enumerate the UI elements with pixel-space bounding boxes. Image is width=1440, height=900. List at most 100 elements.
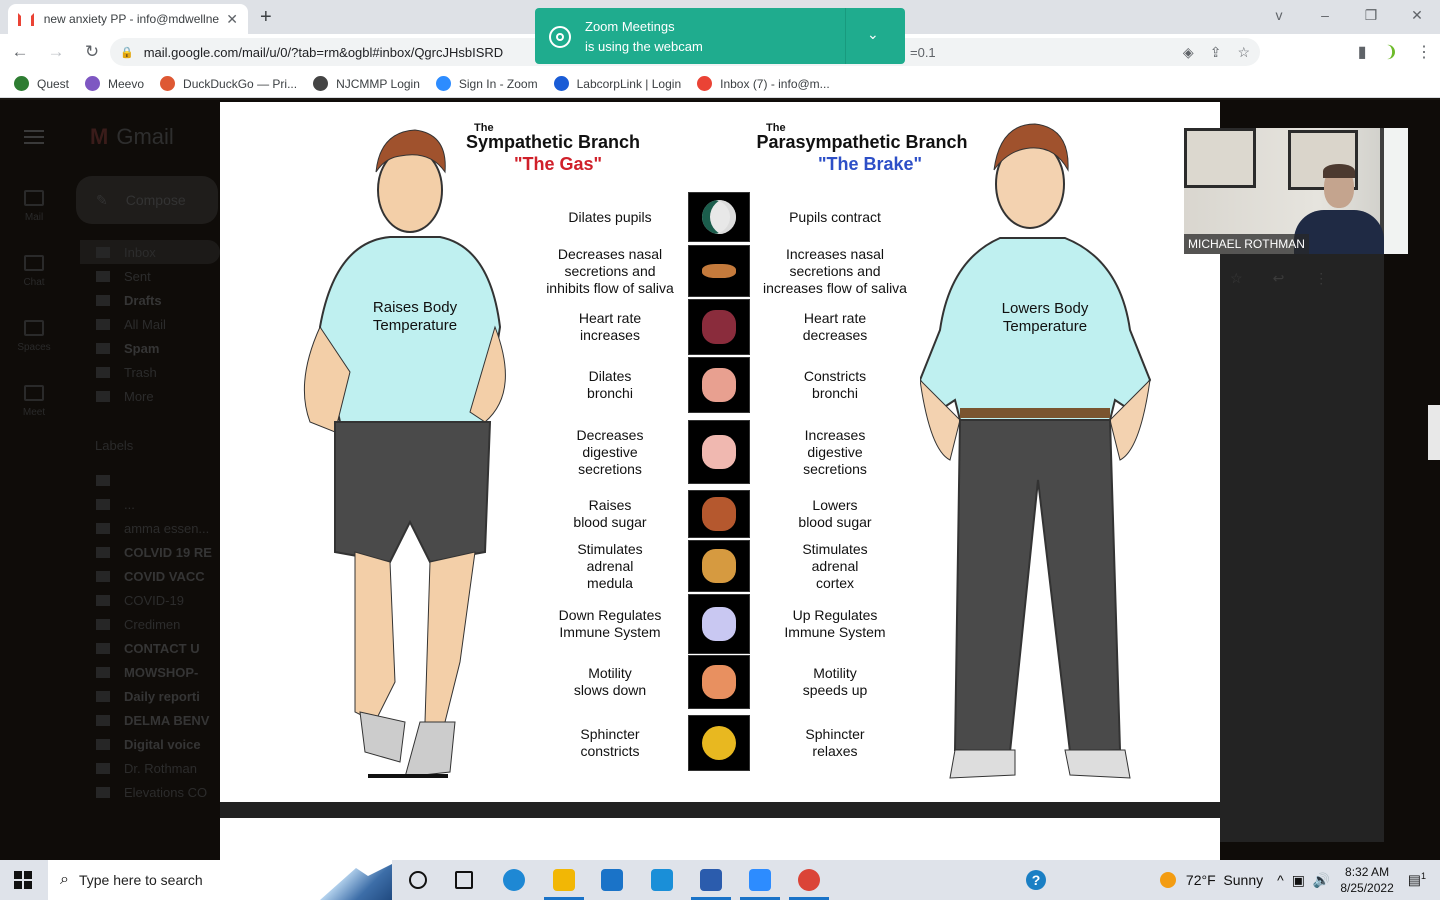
zoom-icon[interactable] bbox=[740, 866, 780, 900]
zoom-video-tile[interactable]: MICHAEL ROTHMAN bbox=[1184, 128, 1408, 254]
meet-icon bbox=[24, 385, 44, 401]
compose-button[interactable]: ✎ Compose bbox=[76, 176, 218, 224]
folder-item[interactable]: Spam bbox=[80, 336, 220, 360]
folder-list: Inbox Sent Drafts All Mail Spam Trash More bbox=[80, 240, 220, 408]
chevron-down-icon[interactable]: ⌄ bbox=[867, 26, 879, 43]
task-view-icon[interactable] bbox=[450, 866, 478, 894]
more-options-icon[interactable]: ⋮ bbox=[1314, 270, 1328, 287]
folder-item[interactable]: Drafts bbox=[80, 288, 220, 312]
folder-item[interactable]: Trash bbox=[80, 360, 220, 384]
new-tab-button[interactable]: + bbox=[260, 6, 272, 29]
browser-tab[interactable]: new anxiety PP - info@mdwellne ✕ bbox=[8, 4, 248, 34]
bookmark-item[interactable]: NJCMMP Login bbox=[313, 76, 420, 91]
label-item[interactable]: CONTACT U bbox=[80, 636, 220, 660]
reply-icon[interactable]: ↩ bbox=[1273, 270, 1285, 287]
folder-item[interactable]: Inbox bbox=[80, 240, 220, 264]
start-button[interactable] bbox=[14, 871, 32, 889]
restore-button[interactable]: ❐ bbox=[1348, 0, 1394, 34]
folder-item[interactable]: Sent bbox=[80, 264, 220, 288]
bookmark-item[interactable]: Quest bbox=[14, 76, 69, 91]
bookmark-item[interactable]: DuckDuckGo — Pri... bbox=[160, 76, 297, 91]
file-explorer-icon[interactable] bbox=[544, 866, 584, 900]
label-item[interactable]: COLVID 19 RE bbox=[80, 540, 220, 564]
bookmark-star-icon[interactable]: ☆ bbox=[1237, 44, 1250, 61]
stomach-icon bbox=[702, 435, 736, 469]
label-icon bbox=[96, 762, 110, 774]
rail-meet[interactable]: Meet bbox=[0, 385, 68, 418]
effect-line: Motility bbox=[588, 665, 632, 681]
label-item[interactable]: Dr. Rothman bbox=[80, 756, 220, 780]
forward-button[interactable]: → bbox=[40, 42, 72, 62]
label-item[interactable]: Credimen bbox=[80, 612, 220, 636]
organ-image bbox=[688, 192, 750, 242]
tab-search-button[interactable]: v bbox=[1256, 0, 1302, 34]
taskbar-search[interactable]: ⌕ Type here to search bbox=[48, 860, 392, 900]
gmail-logo[interactable]: M Gmail bbox=[90, 124, 174, 150]
store-icon[interactable] bbox=[598, 866, 626, 894]
label-item[interactable]: MOWSHOP- bbox=[80, 660, 220, 684]
volume-icon[interactable]: 🔊 bbox=[1313, 872, 1330, 889]
notifications-icon[interactable]: ▤1 bbox=[1408, 871, 1426, 889]
star-icon[interactable]: ☆ bbox=[1230, 270, 1243, 287]
bookmark-item[interactable]: Sign In - Zoom bbox=[435, 76, 538, 91]
label-item[interactable]: COVID VACC bbox=[80, 564, 220, 588]
side-panel-icon[interactable]: ▮ bbox=[1358, 42, 1367, 62]
rail-chat[interactable]: Chat bbox=[0, 255, 68, 288]
back-button[interactable]: ← bbox=[4, 42, 36, 62]
scrollbar-thumb[interactable] bbox=[1428, 405, 1440, 460]
label-icon bbox=[96, 522, 110, 534]
label-item[interactable]: ... bbox=[80, 492, 220, 516]
menu-kebab-icon[interactable]: ⋮ bbox=[1416, 42, 1432, 62]
effect-line: decreases bbox=[802, 327, 868, 343]
main-menu-icon[interactable] bbox=[24, 130, 44, 132]
notification-title: Zoom Meetings bbox=[585, 19, 675, 34]
chrome-icon[interactable] bbox=[789, 866, 829, 900]
labels-heading: Labels bbox=[95, 438, 134, 453]
effect-line: Raises bbox=[588, 497, 632, 513]
cortana-icon[interactable] bbox=[404, 866, 432, 894]
rail-mail[interactable]: Mail bbox=[0, 190, 68, 223]
label-text: DELMA BENV bbox=[124, 712, 210, 728]
bookmark-item[interactable]: Meevo bbox=[85, 76, 144, 91]
zoom-webcam-notification[interactable]: Zoom Meetings is using the webcam ⌄ bbox=[535, 8, 905, 64]
bookmark-item[interactable]: LabcorpLink | Login bbox=[553, 76, 681, 91]
minimize-button[interactable]: – bbox=[1302, 0, 1348, 34]
label-item[interactable]: DELMA BENV bbox=[80, 708, 220, 732]
parasympathetic-effect: Increases digestive secretions bbox=[750, 427, 920, 478]
bookmark-item[interactable]: Inbox (7) - info@m... bbox=[697, 76, 830, 91]
label-item[interactable]: Daily reporti bbox=[80, 684, 220, 708]
reload-button[interactable]: ↻ bbox=[76, 42, 108, 62]
folder-item[interactable]: More bbox=[80, 384, 220, 408]
label-item[interactable]: Elevations CO bbox=[80, 780, 220, 804]
effect-line: digestive bbox=[582, 443, 638, 460]
mail-icon[interactable] bbox=[648, 866, 676, 894]
label-item[interactable]: amma essen... bbox=[80, 516, 220, 540]
close-tab-icon[interactable]: ✕ bbox=[226, 11, 238, 28]
tab-title: new anxiety PP - info@mdwellne bbox=[43, 12, 220, 26]
word-icon[interactable] bbox=[691, 866, 731, 900]
extension-leaf-icon[interactable]: ❩ bbox=[1385, 42, 1398, 62]
folder-item[interactable]: All Mail bbox=[80, 312, 220, 336]
label-item[interactable]: COVID-19 bbox=[80, 588, 220, 612]
weather-sun-icon[interactable] bbox=[1159, 872, 1176, 888]
label-item[interactable]: Digital voice bbox=[80, 732, 220, 756]
rail-spaces[interactable]: Spaces bbox=[0, 320, 68, 353]
parasympathetic-effect: Sphincter relaxes bbox=[750, 726, 920, 760]
help-icon[interactable]: ? bbox=[1022, 866, 1050, 894]
label-item[interactable] bbox=[80, 468, 220, 492]
effect-line: Heart rate bbox=[803, 310, 867, 326]
label-icon bbox=[96, 666, 110, 678]
edge-icon[interactable] bbox=[500, 866, 528, 894]
share-icon[interactable]: ⇪ bbox=[1210, 44, 1222, 61]
chevron-up-icon[interactable]: ^ bbox=[1277, 872, 1284, 888]
gmail-logo-text: Gmail bbox=[116, 124, 174, 149]
folder-label: All Mail bbox=[124, 316, 166, 332]
folder-icon bbox=[96, 270, 110, 282]
clock[interactable]: 8:32 AM 8/25/2022 bbox=[1340, 864, 1393, 896]
meet-now-icon[interactable]: ▣ bbox=[1292, 872, 1305, 889]
close-window-button[interactable]: ✕ bbox=[1394, 0, 1440, 34]
folder-icon bbox=[96, 390, 110, 402]
weather-text[interactable]: 72°F Sunny bbox=[1186, 872, 1263, 888]
extension-icon[interactable]: ◈ bbox=[1183, 44, 1194, 61]
sympathetic-effect: Sphincter constricts bbox=[530, 726, 690, 760]
